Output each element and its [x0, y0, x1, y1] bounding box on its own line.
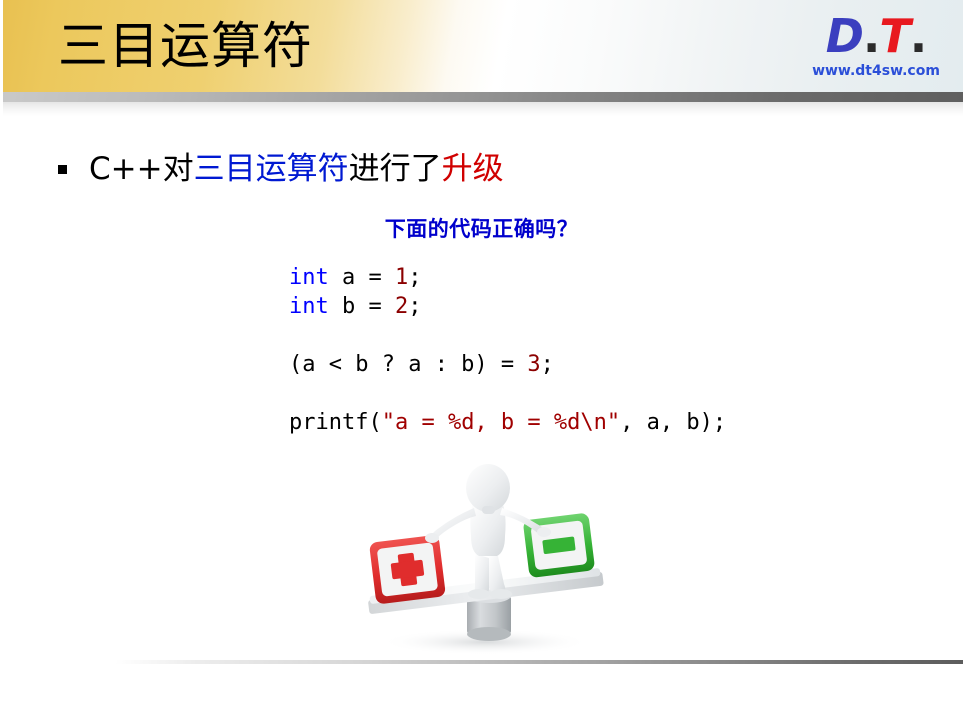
bullet-text-part-3: 进行了 — [348, 151, 442, 187]
bullet-point-line: C++对三目运算符进行了升级 — [58, 149, 504, 189]
code-token-pl: a = — [328, 265, 395, 290]
logo-letter-d: D — [825, 9, 864, 63]
page-title: 三目运算符 — [58, 17, 313, 75]
logo-dot-1: . — [862, 9, 881, 63]
logo-dot-2: . — [909, 9, 928, 63]
slide-canvas: 三目运算符 D.T. www.dt4sw.com C++对三目运算符进行了升级 … — [0, 0, 963, 720]
brand-website-text: www.dt4sw.com — [812, 63, 940, 79]
bullet-text-highlight: 三目运算符 — [193, 151, 349, 187]
header-shadow-bar — [0, 92, 963, 102]
logo-letter-t: T — [879, 9, 910, 63]
code-token-str: "a = %d, b = %d\n" — [381, 410, 621, 435]
bullet-text-part-1: C++对 — [89, 151, 194, 187]
code-token-pl: b = — [328, 294, 395, 319]
brand-logo-mark: D.T. — [801, 10, 951, 62]
bullet-text-emphasis: 升级 — [441, 151, 504, 187]
code-line: int b = 2; — [289, 292, 726, 321]
square-bullet-icon — [58, 165, 67, 174]
slide-left-edge — [0, 0, 3, 720]
slide-footer: D.T.SOFTWARE ©2014 D.T.Software Corporat… — [0, 664, 963, 714]
code-token-num: 1 — [394, 265, 409, 290]
code-token-pl: ; — [408, 265, 422, 290]
code-line: int a = 1; — [289, 263, 726, 292]
code-token-pl: ; — [540, 352, 554, 377]
code-line: (a < b ? a : b) = 3; — [289, 350, 726, 379]
code-token-num: 2 — [394, 294, 409, 319]
plus-block — [369, 535, 446, 604]
header-shadow-fade — [0, 102, 963, 116]
code-token-num: 3 — [527, 352, 541, 377]
seesaw-balance-illustration — [355, 458, 615, 656]
question-prompt: 下面的代码正确吗？ — [384, 217, 579, 241]
code-token-pl: ; — [408, 294, 422, 319]
code-line: printf("a = %d, b = %d\n", a, b); — [289, 408, 726, 437]
code-token-kw: int — [289, 265, 329, 290]
code-token-pl: printf( — [289, 410, 382, 435]
code-token-pl: , a, b); — [620, 410, 727, 435]
code-token-kw: int — [289, 294, 329, 319]
brand-logo-header: D.T. www.dt4sw.com — [801, 10, 951, 86]
code-token-pl: (a < b ? a : b) = — [289, 352, 528, 377]
code-snippet: int a = 1; int b = 2; (a < b ? a : b) = 3… — [289, 263, 726, 437]
footer-bottom-strip — [0, 714, 963, 720]
